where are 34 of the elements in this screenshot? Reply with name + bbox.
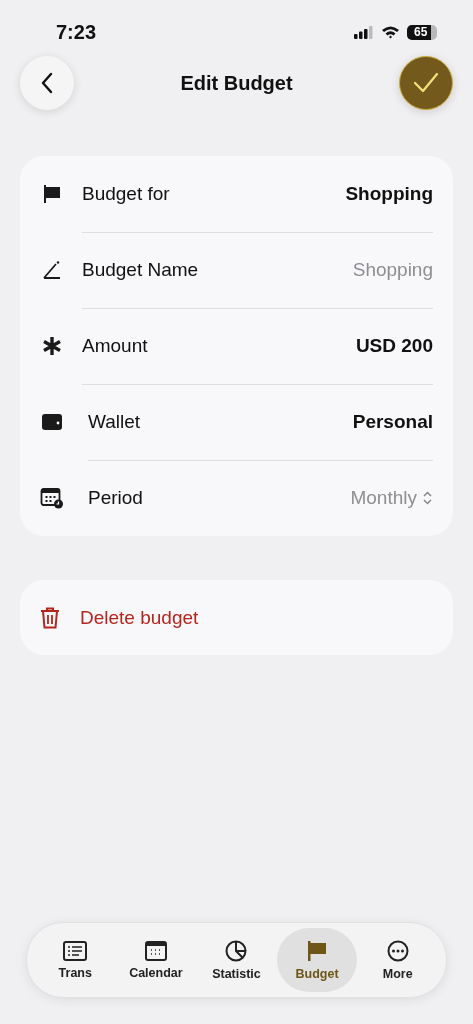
signal-icon: [354, 25, 374, 39]
page-title: Edit Budget: [180, 71, 293, 95]
chevron-left-icon: [40, 72, 54, 94]
tab[interactable]: Trans: [35, 928, 116, 992]
list-icon: [63, 940, 88, 961]
field-label: Period: [88, 487, 144, 509]
battery-indicator: 65: [407, 24, 437, 40]
field-label: Budget Name: [82, 259, 200, 281]
field-value[interactable]: USD 200: [355, 335, 433, 357]
asterisk-icon: [40, 336, 64, 356]
wifi-icon: [381, 25, 400, 39]
up-down-chevron-icon: [422, 490, 433, 506]
wallet-icon: [40, 412, 64, 432]
checkmark-icon: [413, 72, 439, 94]
field-label: Wallet: [88, 411, 142, 433]
delete-button[interactable]: Delete budget: [20, 580, 453, 655]
name-input[interactable]: Shopping: [283, 259, 433, 281]
field-value[interactable]: Shopping: [345, 183, 433, 205]
trash-icon: [40, 606, 60, 629]
tab[interactable]: Budget: [276, 928, 358, 992]
pie-chart-icon: [225, 939, 248, 962]
calendar-clock-icon: [40, 487, 64, 509]
tab[interactable]: More: [357, 928, 438, 992]
field-value[interactable]: Personal: [352, 411, 433, 433]
calendar-icon: [144, 940, 167, 961]
flag-icon: [306, 939, 329, 962]
tab[interactable]: Calendar: [115, 928, 197, 992]
status-time: 7:23: [56, 20, 97, 44]
more-icon: [386, 939, 409, 962]
field-label: Amount: [82, 335, 149, 357]
tab[interactable]: Statistic: [196, 928, 277, 992]
confirm-button[interactable]: [399, 56, 453, 110]
field-label: Budget for: [82, 183, 171, 205]
back-button[interactable]: [20, 56, 74, 110]
